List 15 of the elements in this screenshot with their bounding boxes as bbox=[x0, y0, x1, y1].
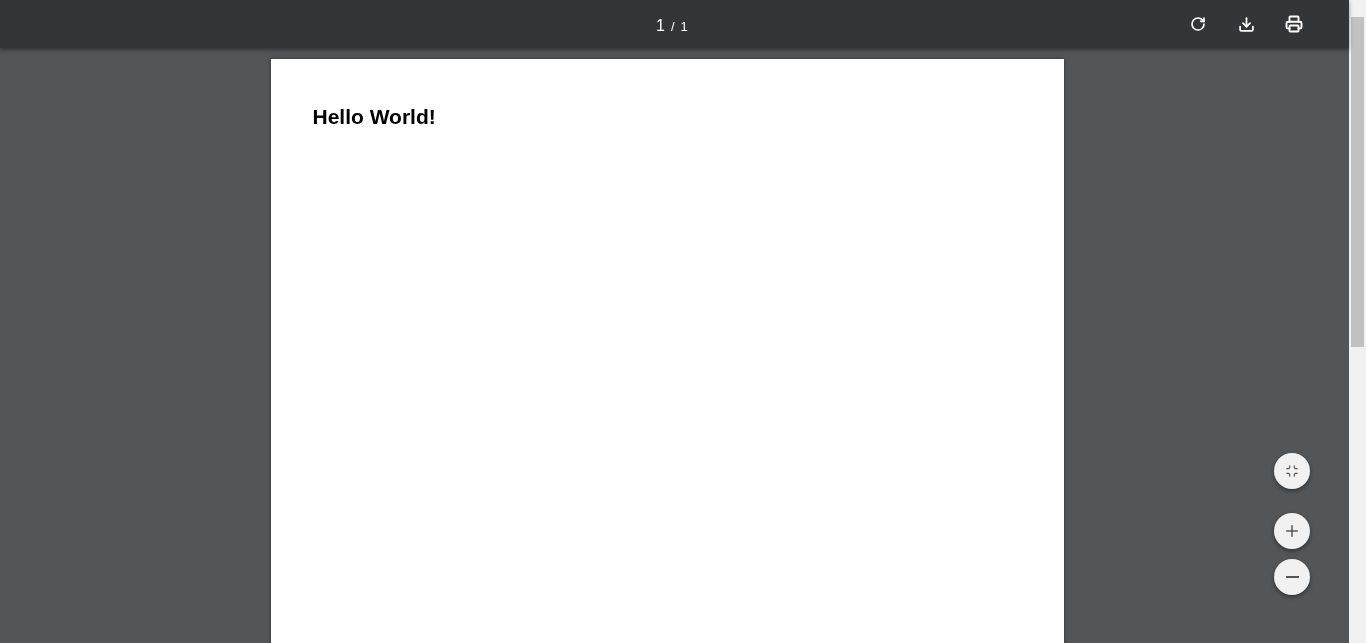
rotate-icon bbox=[1190, 16, 1206, 32]
rotate-button[interactable] bbox=[1188, 14, 1208, 34]
print-button[interactable] bbox=[1284, 14, 1304, 34]
download-icon bbox=[1237, 15, 1255, 33]
current-page-number: 1 bbox=[656, 16, 665, 36]
download-button[interactable] bbox=[1236, 14, 1256, 34]
scrollbar[interactable] bbox=[1349, 0, 1366, 643]
plus-icon bbox=[1283, 522, 1301, 540]
minus-icon bbox=[1285, 576, 1299, 578]
printer-icon bbox=[1285, 15, 1303, 33]
document-heading: Hello World! bbox=[312, 104, 437, 130]
page-separator: / bbox=[670, 18, 675, 36]
total-pages: 1 bbox=[680, 18, 688, 36]
shrink-icon bbox=[1285, 464, 1299, 478]
scrollbar-thumb[interactable] bbox=[1351, 17, 1364, 347]
